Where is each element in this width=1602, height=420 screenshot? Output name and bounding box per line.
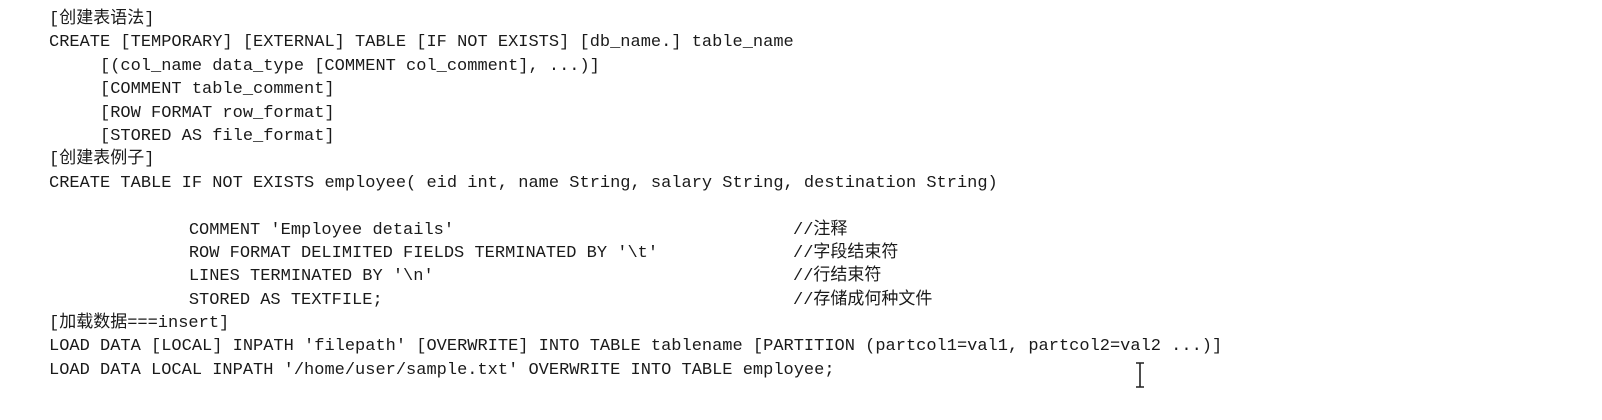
load-syntax-line: LOAD DATA [LOCAL] INPATH 'filepath' [OVE… bbox=[49, 337, 1223, 357]
syntax-line: [STORED AS file_format] bbox=[100, 126, 335, 146]
text-cursor-icon bbox=[1136, 362, 1144, 388]
load-example-line: LOAD DATA LOCAL INPATH '/home/user/sampl… bbox=[49, 360, 835, 380]
clause-code: STORED AS TEXTFILE; bbox=[188, 290, 383, 310]
example-clause: COMMENT 'Employee details'//注释 bbox=[49, 195, 1222, 240]
syntax-line: [(col_name data_type [COMMENT col_commen… bbox=[100, 56, 600, 76]
section-heading-load-data: [加载数据===insert] bbox=[49, 314, 230, 334]
example-clause: ROW FORMAT DELIMITED FIELDS TERMINATED B… bbox=[49, 219, 1222, 263]
example-clause: LINES TERMINATED BY '\n'//行结束符 bbox=[49, 242, 1222, 286]
syntax-line: [COMMENT table_comment] bbox=[100, 80, 335, 100]
document-body: [创建表语法] CREATE [TEMPORARY] [EXTERNAL] TA… bbox=[49, 8, 1222, 382]
clause-comment: //存储成何种文件 bbox=[793, 290, 933, 310]
syntax-line: [ROW FORMAT row_format] bbox=[100, 103, 335, 123]
example-statement: CREATE TABLE IF NOT EXISTS employee( eid… bbox=[49, 173, 998, 193]
section-heading-create-example: [创建表例子] bbox=[49, 150, 155, 170]
syntax-line: CREATE [TEMPORARY] [EXTERNAL] TABLE [IF … bbox=[49, 33, 794, 53]
example-clause: STORED AS TEXTFILE; //存储成何种文件 bbox=[49, 265, 1222, 310]
section-heading-create-syntax: [创建表语法] bbox=[49, 10, 155, 29]
